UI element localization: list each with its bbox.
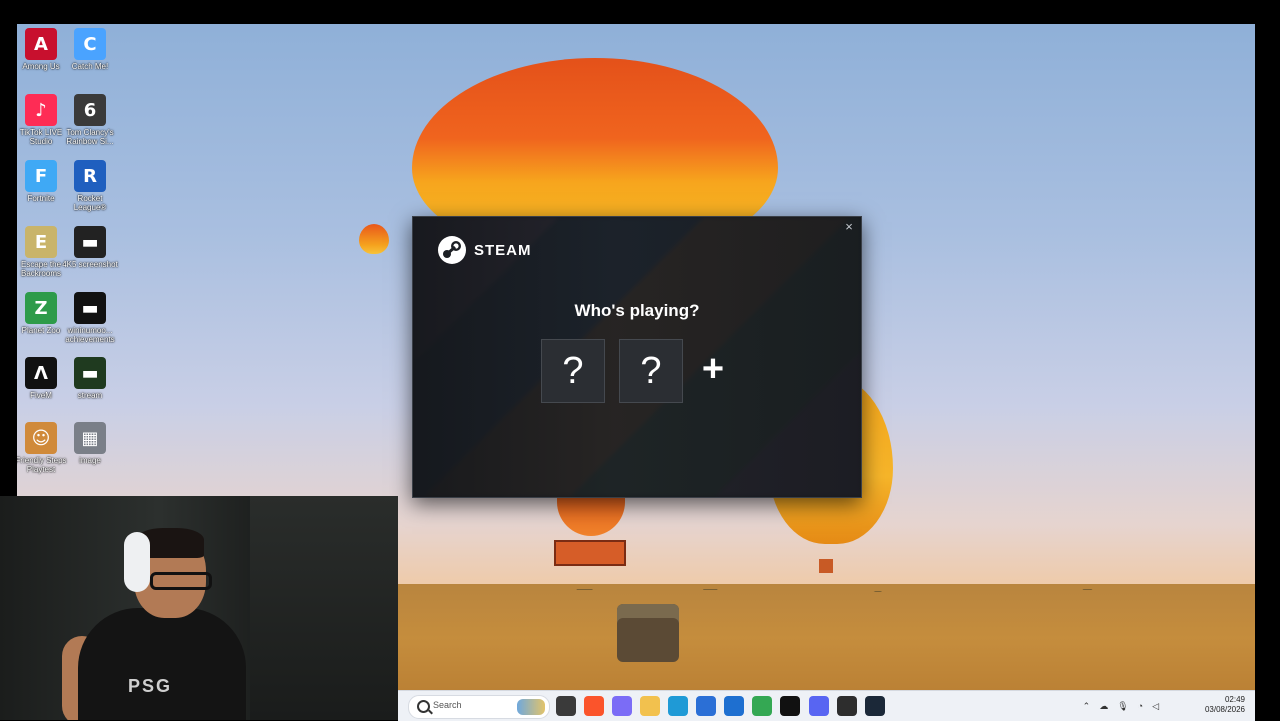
glasses [150, 572, 212, 590]
streamer: PSG [62, 526, 272, 720]
volume-icon[interactable]: ◁ [1152, 701, 1159, 712]
stream-file-icon: ▬ [74, 357, 106, 389]
search-icon [417, 700, 430, 713]
account-tile-1[interactable]: ? [541, 339, 605, 403]
brave-icon[interactable] [584, 696, 604, 716]
friendly-steps-icon: ☺ [25, 422, 57, 454]
steam-icon[interactable] [865, 696, 885, 716]
catch-me-icon: C [74, 28, 106, 60]
steam-icon [438, 236, 466, 264]
rainbow-six-icon: 6 [74, 94, 106, 126]
tiktok-live-icon: ♪ [25, 94, 57, 126]
chrome-icon[interactable] [752, 696, 772, 716]
search-placeholder: Search [433, 700, 462, 710]
fortnite-icon: F [25, 160, 57, 192]
balloon-basket [554, 540, 626, 566]
desktop-shortcut-label: image [79, 456, 101, 465]
system-tray: ⌃ ☁ 🎙︎ ◔ ◁ [1083, 691, 1159, 721]
image-thumbnail-icon: ▦ [74, 422, 106, 454]
desktop-shortcut[interactable]: ▬ stream [62, 357, 118, 400]
desktop-shortcut[interactable]: R Rocket League® [62, 160, 118, 212]
safari-jeep [617, 604, 679, 662]
desktop-shortcut-label: wininumoo... achievements [65, 326, 115, 344]
account-tile-2[interactable]: ? [619, 339, 683, 403]
clock[interactable]: 02:49 03/08/2026 [1205, 695, 1245, 715]
close-button[interactable]: × [841, 219, 857, 235]
streamer-jersey [78, 608, 246, 720]
edge-icon[interactable] [668, 696, 688, 716]
fivem-icon[interactable] [780, 696, 800, 716]
image-file-icon: ▬ [74, 292, 106, 324]
headphones [124, 532, 150, 592]
search-input[interactable]: Search [408, 695, 550, 719]
discord-icon[interactable] [809, 696, 829, 716]
add-account-button[interactable]: + [696, 349, 730, 389]
page-title: Who's playing? [574, 301, 700, 320]
steam-wordmark: STEAM [474, 241, 532, 259]
planet-zoo-icon: Z [25, 292, 57, 324]
clock-date: 03/08/2026 [1204, 705, 1245, 714]
search-highlight-icon [517, 699, 545, 715]
clock-time: 02:49 [1224, 695, 1245, 704]
steam-logo: STEAM [437, 235, 532, 265]
file-explorer-icon[interactable] [640, 696, 660, 716]
desktop-shortcut[interactable]: ▦ image [62, 422, 118, 465]
wifi-icon[interactable]: ◔ [1138, 701, 1143, 711]
desktop-shortcut[interactable]: ▬ 4K5 screenshot [62, 226, 118, 269]
copilot-icon[interactable] [612, 696, 632, 716]
obs-icon[interactable] [837, 696, 857, 716]
onedrive-icon[interactable]: ☁ [1099, 701, 1108, 712]
desktop-shortcut[interactable]: ▬ wininumoo... achievements [62, 292, 118, 344]
among-us-icon: A [25, 28, 57, 60]
jersey-text: PSG [128, 676, 173, 696]
task-view-icon[interactable] [556, 696, 576, 716]
desktop-shortcut[interactable]: C Catch Me! [62, 28, 118, 71]
desktop-shortcut[interactable]: 6 Tom Clancy's Rainbow Si... [62, 94, 118, 146]
desktop-shortcut-label: Tom Clancy's Rainbow Si... [66, 128, 114, 146]
fivem-icon: Λ [25, 357, 57, 389]
desktop-shortcut-label: Rocket League® [73, 194, 107, 212]
chevron-up-icon[interactable]: ⌃ [1083, 701, 1091, 712]
steam-account-picker: × STEAM Who's playing? ? ? + [412, 216, 862, 498]
microphone-icon[interactable]: 🎙︎ [1117, 701, 1128, 712]
escape-backrooms-icon: E [25, 226, 57, 258]
desktop-shortcut-label: Catch Me! [71, 62, 109, 71]
outlook-icon[interactable] [724, 696, 744, 716]
treeline [417, 579, 1255, 597]
webcam-overlay: PSG [0, 496, 398, 720]
hot-air-balloon-small [359, 224, 389, 254]
rocket-league-icon: R [74, 160, 106, 192]
microsoft-store-icon[interactable] [696, 696, 716, 716]
taskbar: Search ⌃ ☁ 🎙︎ ◔ ◁ 02:49 03/08/2026 [398, 690, 1255, 721]
balloon-basket-right [819, 559, 833, 573]
desktop-shortcut-label: 4K5 screenshot [62, 260, 118, 269]
hot-air-balloon-skirt [557, 496, 625, 536]
webcam-wall [250, 496, 398, 720]
screenshot-file-icon: ▬ [74, 226, 106, 258]
desktop-shortcut-label: stream [77, 391, 103, 400]
